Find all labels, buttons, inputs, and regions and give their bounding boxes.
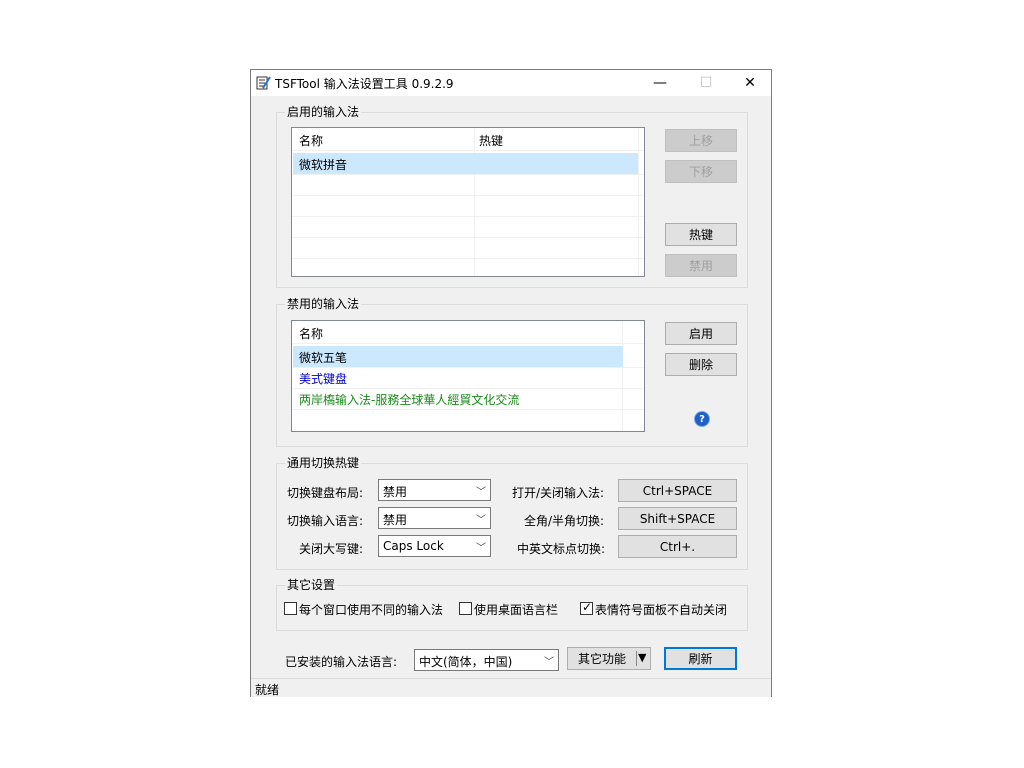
- split-divider: [636, 651, 637, 666]
- emoji-panel-label[interactable]: 表情符号面板不自动关闭: [595, 601, 727, 618]
- list-item[interactable]: 微软拼音: [293, 153, 638, 174]
- other-functions-split-button[interactable]: 其它功能 ▼: [567, 647, 651, 670]
- enable-button[interactable]: 启用: [665, 322, 737, 345]
- hotkey-button[interactable]: 热键: [665, 223, 737, 246]
- switch-language-label: 切换输入语言:: [287, 514, 364, 528]
- list-item-name: 美式键盘: [299, 372, 348, 386]
- toggle-ime-label: 打开/关闭输入法:: [512, 486, 605, 500]
- maximize-button: ☐: [683, 70, 729, 96]
- full-half-label: 全角/半角切换:: [524, 514, 605, 528]
- switch-layout-value: 禁用: [383, 485, 408, 499]
- app-notepad-icon: [256, 76, 271, 90]
- emoji-panel-checkbox[interactable]: ✓: [580, 600, 593, 615]
- column-header-name[interactable]: 名称: [299, 325, 323, 342]
- disable-button: 禁用: [665, 254, 737, 277]
- row-divider: [292, 258, 644, 259]
- window-title: TSFTool 输入法设置工具 0.9.2.9: [275, 77, 454, 91]
- punctuation-hotkey-button[interactable]: Ctrl+.: [618, 535, 737, 558]
- caps-lock-value: Caps Lock: [383, 539, 444, 553]
- installed-language-value: 中文(简体，中国): [419, 655, 513, 669]
- caps-lock-select[interactable]: Caps Lock ﹀: [378, 535, 491, 557]
- maximize-icon: ☐: [699, 75, 713, 91]
- installed-language-select[interactable]: 中文(简体，中国) ﹀: [414, 649, 559, 671]
- move-up-button: 上移: [665, 129, 737, 152]
- enabled-ime-list[interactable]: 名称 热键 微软拼音: [291, 127, 645, 277]
- help-icon[interactable]: ?: [695, 412, 709, 426]
- header-divider: [292, 343, 644, 344]
- list-item-name: 两岸槗输入法-服務全球華人經貿文化交流: [299, 393, 520, 407]
- switch-layout-label: 切换键盘布局:: [287, 486, 364, 500]
- row-divider: [292, 174, 644, 175]
- list-item-name: 微软拼音: [299, 158, 348, 172]
- list-item[interactable]: 两岸槗输入法-服務全球華人經貿文化交流: [293, 388, 623, 409]
- row-divider: [292, 237, 644, 238]
- title-bar[interactable]: TSFTool 输入法设置工具 0.9.2.9 — ☐ ✕: [251, 70, 771, 96]
- chevron-down-icon: ﹀: [476, 515, 486, 526]
- app-window: TSFTool 输入法设置工具 0.9.2.9 — ☐ ✕ 启用的输入法 名称 …: [250, 69, 772, 697]
- list-item-name: 微软五笔: [299, 351, 348, 365]
- chevron-down-icon: ﹀: [544, 657, 554, 668]
- installed-language-label: 已安装的输入法语言:: [285, 655, 398, 669]
- column-header-hotkey[interactable]: 热键: [479, 132, 503, 149]
- toggle-ime-hotkey-button[interactable]: Ctrl+SPACE: [618, 479, 737, 502]
- caps-lock-label: 关闭大写键:: [299, 542, 364, 556]
- minimize-button[interactable]: —: [637, 70, 683, 96]
- per-window-ime-label[interactable]: 每个窗口使用不同的输入法: [299, 601, 443, 618]
- header-divider: [292, 150, 644, 151]
- other-functions-label[interactable]: 其它功能: [568, 648, 636, 669]
- hotkey-group-label: 通用切换热键: [285, 456, 362, 470]
- desktop-langbar-checkbox[interactable]: [459, 602, 472, 615]
- other-settings-group-label: 其它设置: [285, 578, 338, 592]
- list-item[interactable]: 微软五笔: [293, 346, 623, 367]
- dropdown-arrow-icon[interactable]: ▼: [638, 651, 646, 664]
- refresh-button[interactable]: 刷新: [664, 647, 737, 670]
- disabled-ime-list[interactable]: 名称 微软五笔 美式键盘 两岸槗输入法-服務全球華人經貿文化交流: [291, 320, 645, 432]
- close-button[interactable]: ✕: [727, 70, 773, 96]
- check-mark-icon: ✓: [582, 600, 593, 614]
- list-item[interactable]: 美式键盘: [293, 367, 623, 388]
- disabled-ime-group-label: 禁用的输入法: [285, 297, 362, 311]
- status-text: 就绪: [255, 683, 280, 697]
- minimize-icon: —: [653, 75, 667, 91]
- chevron-down-icon: ﹀: [476, 487, 486, 498]
- full-half-hotkey-button[interactable]: Shift+SPACE: [618, 507, 737, 530]
- row-divider: [292, 216, 644, 217]
- move-down-button: 下移: [665, 160, 737, 183]
- desktop-langbar-label[interactable]: 使用桌面语言栏: [474, 601, 558, 618]
- close-icon: ✕: [744, 75, 756, 91]
- switch-language-select[interactable]: 禁用 ﹀: [378, 507, 491, 529]
- chevron-down-icon: ﹀: [476, 543, 486, 554]
- delete-button[interactable]: 删除: [665, 353, 737, 376]
- enabled-ime-group-label: 启用的输入法: [285, 105, 362, 119]
- row-divider: [292, 409, 644, 410]
- status-bar: 就绪: [251, 678, 771, 697]
- column-header-name[interactable]: 名称: [299, 132, 323, 149]
- switch-layout-select[interactable]: 禁用 ﹀: [378, 479, 491, 501]
- punctuation-label: 中英文标点切换:: [517, 542, 606, 556]
- per-window-ime-checkbox[interactable]: [284, 602, 297, 615]
- switch-language-value: 禁用: [383, 513, 408, 527]
- row-divider: [292, 195, 644, 196]
